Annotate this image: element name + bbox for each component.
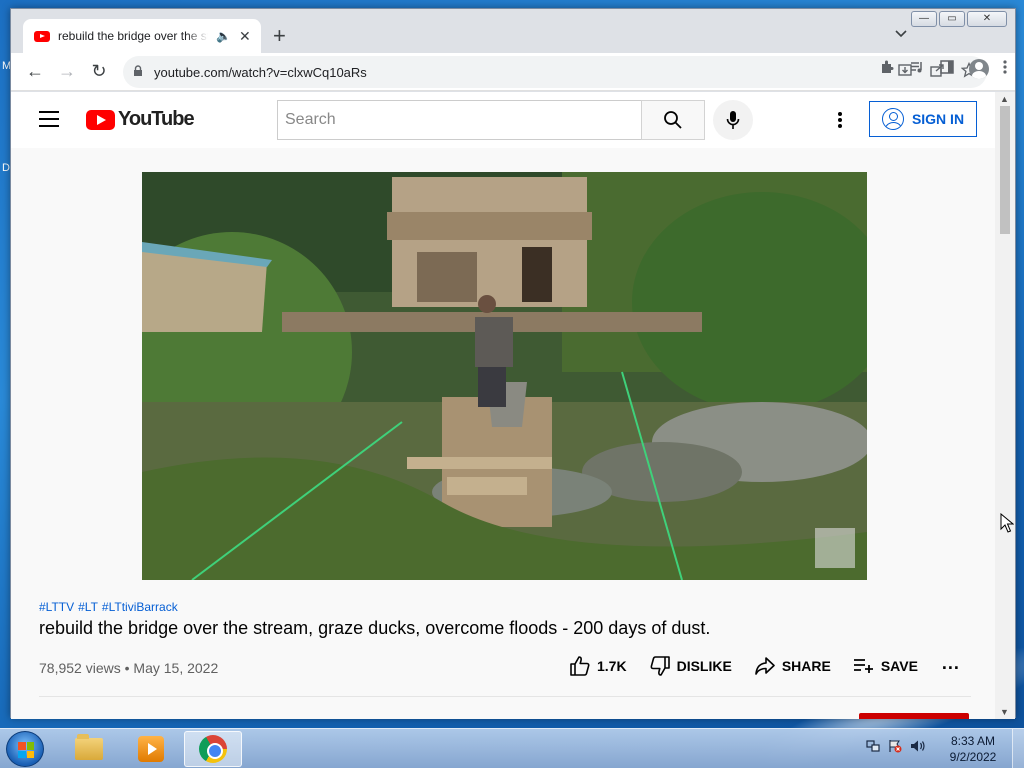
video-info: 78,952 views • May 15, 2022 — [39, 660, 218, 676]
new-tab-button[interactable]: + — [273, 23, 286, 49]
video-actions: 1.7K DISLIKE SHARE SAVE ... — [569, 653, 960, 677]
side-panel-icon[interactable] — [939, 59, 955, 79]
youtube-logo[interactable]: YouTube — [86, 108, 195, 131]
share-label: SHARE — [781, 658, 831, 674]
dislike-button[interactable]: DISLIKE — [649, 655, 732, 677]
more-actions-button[interactable]: ... — [942, 653, 960, 674]
content-divider — [39, 696, 971, 697]
share-arrow-icon — [755, 657, 775, 675]
desktop-icon-label-fragment: D — [2, 162, 10, 174]
info-separator: • — [124, 660, 130, 676]
upload-date: May 15, 2022 — [133, 660, 219, 676]
search-button[interactable] — [641, 100, 705, 140]
profile-avatar-icon[interactable] — [969, 59, 989, 79]
back-button[interactable]: ← — [19, 56, 51, 88]
voice-search-button[interactable] — [713, 100, 753, 140]
tab-youtube-video[interactable]: rebuild the bridge over the stream, graz… — [23, 19, 261, 53]
reload-button[interactable]: ↻ — [83, 56, 115, 88]
tab-close-icon[interactable]: ✕ — [239, 28, 251, 45]
microphone-icon — [726, 111, 740, 129]
chrome-icon — [199, 735, 227, 763]
taskbar-file-explorer[interactable] — [60, 731, 118, 767]
windows-taskbar: 8:33 AM 9/2/2022 — [0, 728, 1024, 768]
start-button[interactable] — [6, 731, 44, 767]
page-scrollbar[interactable]: ▲ ▼ — [995, 92, 1015, 719]
channel-watermark[interactable] — [815, 528, 855, 568]
browser-window: rebuild the bridge over the stream, graz… — [10, 8, 1016, 719]
search-icon — [664, 111, 682, 129]
guide-menu-icon[interactable] — [39, 111, 59, 127]
scroll-down-arrow-icon[interactable]: ▼ — [1000, 707, 1009, 717]
youtube-masthead: YouTube SIGN IN — [11, 92, 995, 148]
view-count: 78,952 views — [39, 660, 121, 676]
network-icon[interactable] — [866, 739, 880, 756]
youtube-favicon-icon — [34, 30, 50, 42]
sign-in-label: SIGN IN — [911, 111, 965, 127]
video-hashtags: #LTTV #LT #LTtiviBarrack — [39, 600, 178, 614]
taskbar-media-player[interactable] — [122, 731, 180, 767]
add-to-playlist-icon — [853, 659, 873, 673]
save-label: SAVE — [880, 658, 918, 674]
youtube-play-icon — [86, 109, 115, 130]
action-center-flag-icon[interactable] — [888, 739, 902, 756]
forward-button[interactable]: → — [51, 56, 83, 88]
hashtag-link[interactable]: #LT — [78, 600, 98, 614]
thumbs-up-icon — [570, 656, 590, 676]
browser-menu-icon[interactable] — [1003, 59, 1007, 79]
address-bar[interactable]: youtube.com/watch?v=clxwCq10aRs — [123, 56, 987, 88]
hashtag-link[interactable]: #LTTV — [39, 600, 74, 614]
windows-logo-icon — [18, 742, 34, 758]
clock-date: 9/2/2022 — [949, 750, 997, 764]
browser-toolbar: ← → ↻ youtube.com/watch?v=clxwCq10aRs — [11, 53, 1015, 91]
folder-icon — [75, 734, 103, 760]
minimize-button[interactable]: — — [911, 11, 937, 27]
url-text[interactable]: youtube.com/watch?v=clxwCq10aRs — [154, 65, 367, 80]
account-icon — [881, 108, 904, 130]
volume-icon[interactable] — [910, 739, 926, 756]
close-window-button[interactable]: ✕ — [967, 11, 1007, 27]
like-button[interactable]: 1.7K — [569, 655, 627, 677]
search-box — [277, 100, 753, 140]
lock-icon[interactable] — [133, 64, 143, 80]
dislike-label: DISLIKE — [676, 658, 732, 674]
save-button[interactable]: SAVE — [853, 657, 918, 675]
media-player-icon — [138, 736, 164, 762]
tab-audio-playing-icon[interactable]: 🔈 — [216, 29, 231, 43]
tab-search-chevron-icon[interactable] — [895, 27, 907, 41]
like-count: 1.7K — [597, 658, 627, 674]
media-controls-icon[interactable] — [909, 59, 925, 79]
youtube-wordmark: YouTube — [118, 108, 195, 130]
maximize-button[interactable]: ▭ — [939, 11, 965, 27]
video-frame-thumbnail — [142, 172, 867, 580]
scroll-thumb[interactable] — [1000, 106, 1010, 234]
sign-in-button[interactable]: SIGN IN — [869, 101, 977, 137]
video-player[interactable] — [142, 172, 867, 580]
extension-actions — [879, 59, 1007, 79]
video-title: rebuild the bridge over the stream, graz… — [39, 618, 711, 638]
share-button[interactable]: SHARE — [754, 656, 831, 676]
extensions-puzzle-icon[interactable] — [879, 59, 895, 79]
search-input[interactable] — [277, 100, 641, 140]
clock-time: 8:33 AM — [950, 734, 996, 748]
system-tray — [866, 739, 926, 756]
settings-menu-icon[interactable] — [833, 108, 847, 132]
window-controls: — ▭ ✕ — [911, 11, 1007, 27]
taskbar-clock[interactable]: 8:33 AM 9/2/2022 — [944, 733, 1002, 765]
tab-title: rebuild the bridge over the stream, graz… — [58, 29, 208, 43]
scroll-up-arrow-icon[interactable]: ▲ — [1000, 94, 1009, 104]
thumbs-down-icon — [650, 656, 670, 676]
mouse-pointer-icon — [1000, 512, 1015, 538]
taskbar-chrome[interactable] — [184, 731, 242, 767]
tab-strip: rebuild the bridge over the stream, graz… — [11, 9, 1015, 53]
youtube-watch-page: YouTube SIGN IN — [11, 92, 995, 719]
subscribe-button-peek[interactable] — [859, 713, 969, 719]
show-desktop-button[interactable] — [1012, 729, 1024, 768]
hashtag-link[interactable]: #LTtiviBarrack — [102, 600, 178, 614]
